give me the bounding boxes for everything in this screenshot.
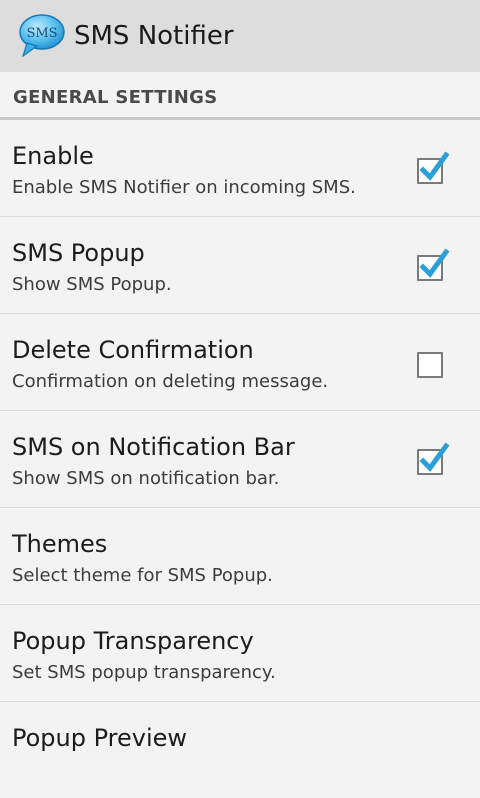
pref-popup-transparency[interactable]: Popup Transparency Set SMS popup transpa… [0,605,480,702]
pref-themes[interactable]: Themes Select theme for SMS Popup. [0,508,480,605]
pref-title: SMS on Notification Bar [12,433,295,461]
pref-summary: Select theme for SMS Popup. [12,565,273,586]
pref-enable[interactable]: Enable Enable SMS Notifier on incoming S… [0,120,480,217]
checkmark-icon [419,248,450,278]
preferences-list: Enable Enable SMS Notifier on incoming S… [0,120,480,798]
checkmark-icon [419,151,450,181]
pref-sms-popup[interactable]: SMS Popup Show SMS Popup. [0,217,480,314]
pref-summary: Show SMS on notification bar. [12,468,280,489]
checkmark-icon [419,442,450,472]
delete-confirmation-checkbox[interactable] [417,352,443,378]
pref-title: SMS Popup [12,239,145,267]
sms-bubble-icon[interactable]: SMS [19,13,65,57]
pref-summary: Enable SMS Notifier on incoming SMS. [12,177,356,198]
pref-title: Enable [12,142,94,170]
pref-summary: Confirmation on deleting message. [12,371,329,392]
section-title: GENERAL SETTINGS [13,87,218,108]
enable-checkbox[interactable] [417,151,450,184]
pref-title: Popup Preview [12,724,188,752]
pref-summary: Set SMS popup transparency. [12,662,276,683]
pref-title: Delete Confirmation [12,336,254,364]
pref-sms-notification-bar[interactable]: SMS on Notification Bar Show SMS on noti… [0,411,480,508]
section-header: GENERAL SETTINGS [0,72,480,120]
pref-popup-preview[interactable]: Popup Preview [0,702,480,798]
app-title: SMS Notifier [74,21,234,51]
pref-delete-confirmation[interactable]: Delete Confirmation Confirmation on dele… [0,314,480,411]
pref-summary: Show SMS Popup. [12,274,172,295]
action-bar: SMS SMS Notifier [0,0,480,72]
sms-popup-checkbox[interactable] [417,248,450,281]
pref-title: Popup Transparency [12,627,254,655]
pref-title: Themes [12,530,108,558]
svg-text:SMS: SMS [26,26,57,41]
notification-bar-checkbox[interactable] [417,442,450,475]
